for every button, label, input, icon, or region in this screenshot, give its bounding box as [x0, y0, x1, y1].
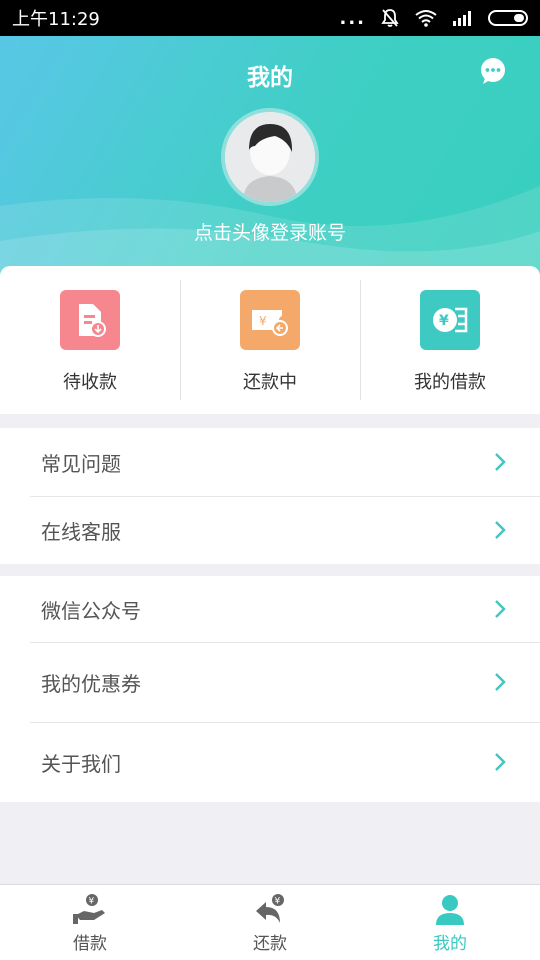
status-icons: ...: [339, 8, 528, 29]
menu-group-help: 常见问题 在线客服: [0, 428, 540, 564]
menu-item-about[interactable]: 关于我们: [0, 722, 540, 802]
status-time: 上午11:29: [12, 9, 100, 30]
menu-group-more: 微信公众号 我的优惠券 关于我们: [0, 576, 540, 802]
page-title: 我的: [247, 65, 293, 91]
menu-item-label: 我的优惠券: [41, 671, 141, 696]
more-dots: ...: [339, 7, 366, 29]
bottom-tab-bar: ¥ 借款 ¥ 还款 我的: [0, 884, 540, 960]
profile-header: 我的 点击头像登录账号: [0, 36, 540, 286]
menu-item-label: 微信公众号: [41, 598, 141, 623]
svg-text:¥: ¥: [259, 314, 267, 328]
login-hint[interactable]: 点击头像登录账号: [0, 218, 540, 245]
tile-pending-receipt[interactable]: 待收款: [0, 266, 180, 414]
tile-label: 还款中: [243, 372, 297, 393]
svg-text:¥: ¥: [439, 313, 449, 329]
chevron-right-icon: [495, 521, 506, 539]
yen-coin-icon: ¥: [420, 290, 480, 350]
chevron-right-icon: [495, 600, 506, 618]
tab-label: 借款: [73, 934, 107, 954]
menu-item-wechat[interactable]: 微信公众号: [0, 576, 540, 642]
tab-repay[interactable]: ¥ 还款: [180, 885, 360, 960]
wifi-icon: [415, 10, 437, 27]
tab-mine[interactable]: 我的: [360, 885, 540, 960]
svg-text:¥: ¥: [275, 897, 281, 907]
menu-item-coupons[interactable]: 我的优惠券: [0, 642, 540, 722]
tab-borrow[interactable]: ¥ 借款: [0, 885, 180, 960]
message-icon[interactable]: [478, 56, 508, 86]
status-bar: 上午11:29 ...: [0, 0, 540, 36]
user-icon: [436, 895, 464, 925]
user-avatar-icon: [225, 112, 315, 202]
menu-item-label: 在线客服: [41, 519, 121, 544]
repay-arrow-icon: ¥: [256, 894, 284, 923]
chevron-right-icon: [495, 673, 506, 691]
tab-label: 还款: [253, 934, 287, 954]
chevron-right-icon: [495, 453, 506, 471]
chevron-right-icon: [495, 753, 506, 771]
svg-text:¥: ¥: [89, 897, 95, 907]
borrow-hand-icon: ¥: [73, 894, 105, 924]
tile-repaying[interactable]: ¥ 还款中: [180, 266, 360, 414]
document-receive-icon: [60, 290, 120, 350]
quick-tiles: 待收款 ¥ 还款中 ¥ 我的借款: [0, 266, 540, 414]
avatar[interactable]: [221, 108, 319, 206]
bell-muted-icon: [381, 9, 399, 27]
menu-item-label: 常见问题: [41, 451, 121, 476]
tile-label: 待收款: [63, 372, 117, 393]
menu-item-online-service[interactable]: 在线客服: [0, 496, 540, 564]
ticket-repay-icon: ¥: [240, 290, 300, 350]
tab-label: 我的: [433, 934, 467, 954]
battery-icon: [488, 10, 528, 26]
tile-my-loans[interactable]: ¥ 我的借款: [360, 266, 540, 414]
signal-icon: [453, 11, 471, 26]
tile-label: 我的借款: [414, 372, 486, 393]
menu-item-label: 关于我们: [41, 751, 121, 776]
menu-item-faq[interactable]: 常见问题: [0, 428, 540, 496]
